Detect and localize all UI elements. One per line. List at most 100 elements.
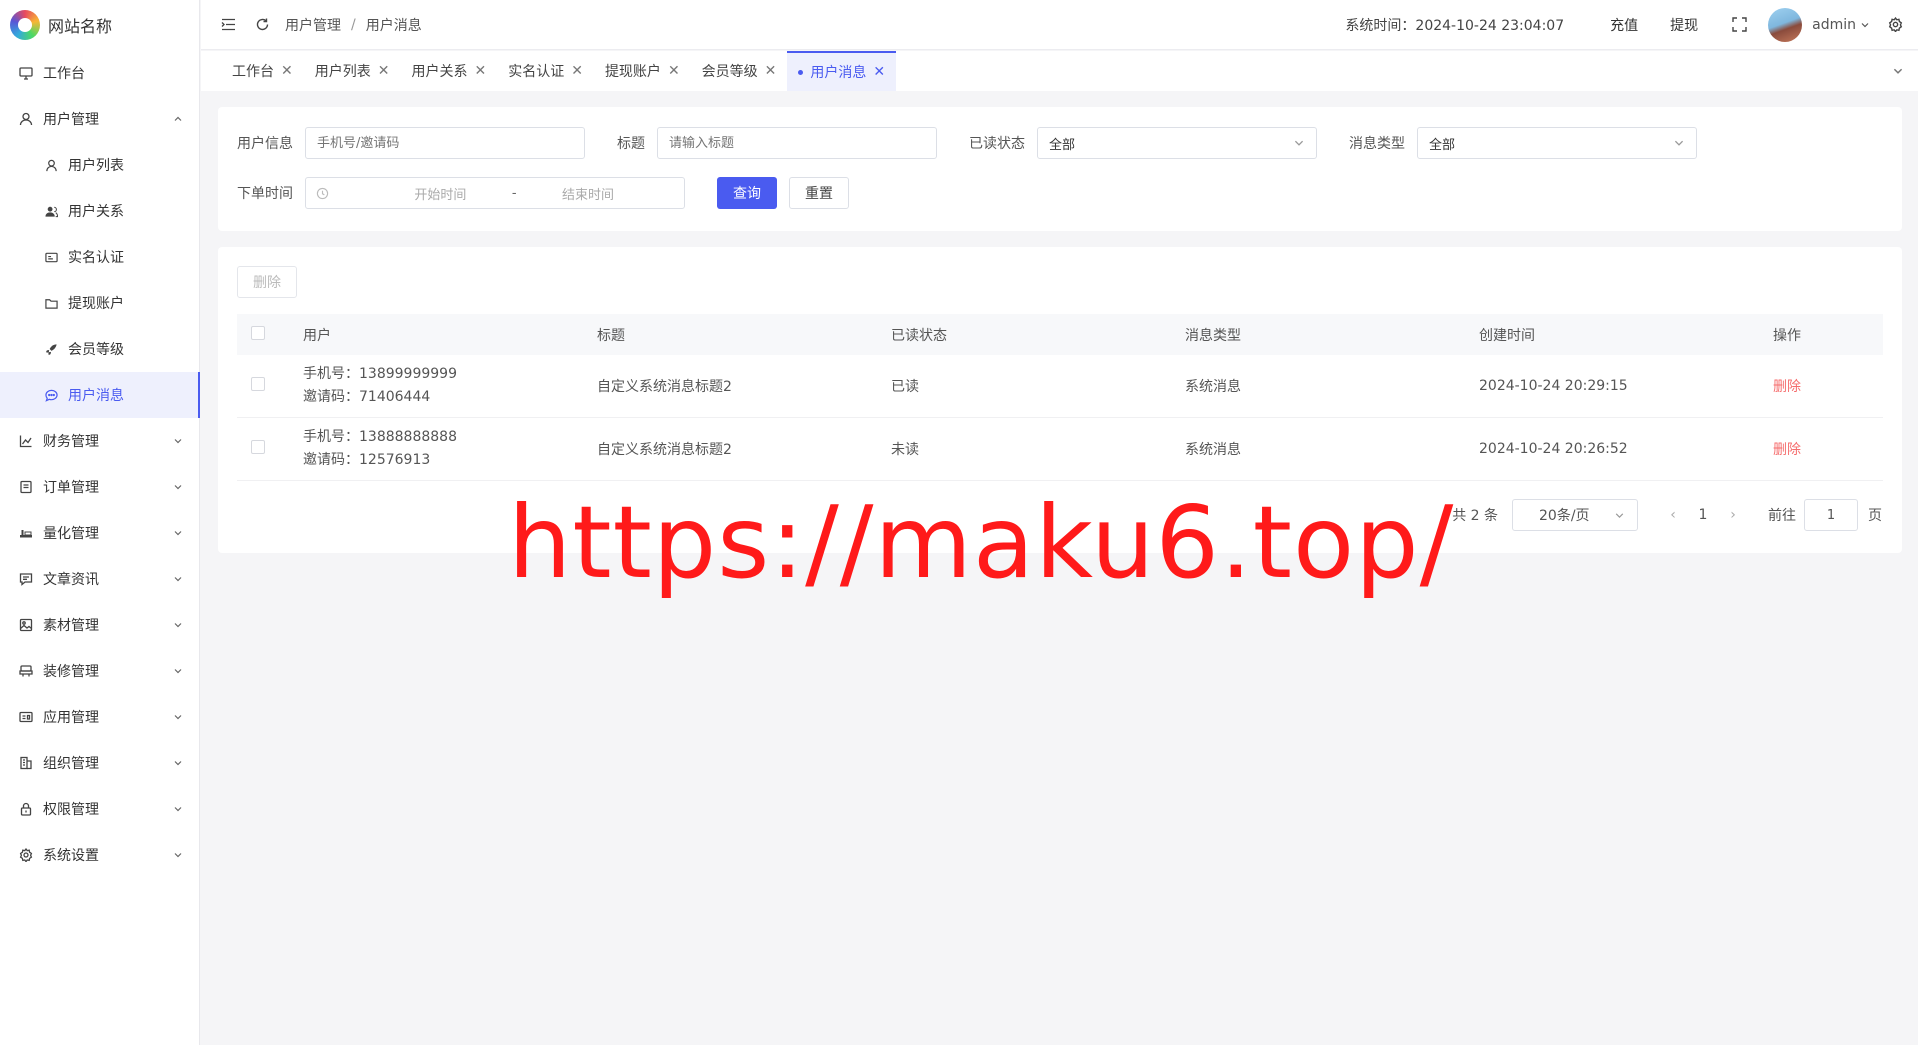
page-suffix: 页 [1868,508,1882,524]
chevron-down-icon [173,528,183,538]
tab-withdraw-account[interactable]: 提现账户 ✕ [594,51,691,91]
row-delete-link[interactable]: 删除 [1773,379,1801,395]
message-type: 系统消息 [1185,379,1241,395]
messages-table: 用户 标题 已读状态 消息类型 创建时间 操作 手机号：13899999999 … [237,314,1883,481]
brand[interactable]: 网站名称 [0,0,199,50]
refresh-icon[interactable] [253,16,271,34]
user-invite-code: 邀请码：71406444 [303,389,431,405]
chevron-down-icon [173,666,183,676]
sidebar-item-user-list[interactable]: 用户列表 [0,142,199,188]
sidebar-item-user-relation[interactable]: 用户关系 [0,188,199,234]
column-header-user: 用户 [303,327,331,344]
batch-delete-button[interactable]: 删除 [237,266,297,298]
row-delete-link[interactable]: 删除 [1773,442,1801,458]
user-menu[interactable]: admin [1812,17,1870,33]
sidebar-item-user-messages[interactable]: 用户消息 [0,372,200,418]
sidebar-item-articles[interactable]: 文章资讯 [0,556,199,602]
sidebar-item-user-management[interactable]: 用户管理 [0,96,199,142]
end-time-placeholder[interactable]: 结束时间 [562,184,614,203]
fullscreen-icon[interactable] [1730,16,1748,34]
logo-icon [10,10,40,40]
title-input[interactable] [657,127,937,159]
user-phone: 手机号：13888888888 [303,429,457,445]
sidebar-item-orders[interactable]: 订单管理 [0,464,199,510]
tab-label: 提现账户 [604,64,661,80]
active-dot-icon [798,69,804,75]
sidebar-item-quant[interactable]: 量化管理 [0,510,199,556]
msg-type-select[interactable]: 全部 [1417,127,1697,159]
close-icon[interactable]: ✕ [873,64,885,80]
close-icon[interactable]: ✕ [378,63,390,79]
tab-label: 会员等级 [701,64,758,80]
sidebar-item-apps[interactable]: 应用管理 [0,694,199,740]
avatar[interactable] [1768,7,1803,42]
sidebar-item-decoration[interactable]: 装修管理 [0,648,199,694]
tab-label: 用户列表 [314,64,371,80]
next-page-icon[interactable]: › [1718,507,1748,523]
sidebar-item-label: 权限管理 [43,802,99,818]
breadcrumb-current: 用户消息 [365,17,422,34]
monitor-icon [18,65,34,81]
order-time-label: 下单时间 [237,186,293,202]
tab-user-relation[interactable]: 用户关系 ✕ [400,51,497,91]
tab-real-name-auth[interactable]: 实名认证 ✕ [497,51,594,91]
sidebar-item-real-name-auth[interactable]: 实名认证 [0,234,199,280]
sidebar-item-label: 量化管理 [43,526,99,542]
close-icon[interactable]: ✕ [571,63,583,79]
close-icon[interactable]: ✕ [474,63,486,79]
select-all-checkbox[interactable] [251,325,265,340]
settings-gear-icon[interactable] [1886,16,1904,34]
sidebar-item-label: 订单管理 [43,480,99,496]
tab-user-list[interactable]: 用户列表 ✕ [304,51,401,91]
tab-user-messages[interactable]: 用户消息 ✕ [787,51,897,91]
page-size-select[interactable]: 20条/页 [1512,499,1638,531]
user-info-input[interactable] [305,127,585,159]
sidebar-item-organization[interactable]: 组织管理 [0,740,199,786]
org-icon [18,755,34,771]
sidebar-item-withdraw-account[interactable]: 提现账户 [0,280,199,326]
sidebar-item-label: 素材管理 [43,618,99,634]
prev-page-icon[interactable]: ‹ [1658,507,1688,523]
sidebar-item-workbench[interactable]: 工作台 [0,50,199,96]
row-checkbox[interactable] [251,377,265,391]
date-range-picker[interactable]: 开始时间 - 结束时间 [305,177,685,209]
tabs-more-chevron-icon[interactable] [1878,51,1918,91]
user-invite-code: 邀请码：12576913 [303,452,431,468]
pagination: 共 2 条 20条/页 ‹ 1 › 前往 页 [1452,499,1882,531]
sidebar-item-label: 系统设置 [43,848,99,864]
recharge-link[interactable]: 充值 [1610,15,1638,35]
tab-workbench[interactable]: 工作台 ✕ [221,51,304,91]
user-outline-icon [43,157,59,173]
reset-button[interactable]: 重置 [789,177,849,209]
sidebar-item-materials[interactable]: 素材管理 [0,602,199,648]
close-icon[interactable]: ✕ [765,63,777,79]
chevron-down-icon [173,758,183,768]
sidebar-item-label: 用户列表 [68,158,124,174]
sidebar-item-label: 用户管理 [43,112,99,128]
read-status-label: 已读状态 [969,136,1025,152]
sidebar-item-label: 文章资讯 [43,572,99,588]
withdraw-link[interactable]: 提现 [1670,15,1698,35]
breadcrumb-item[interactable]: 用户管理 [285,15,341,35]
chevron-down-icon [173,482,183,492]
msg-type-label: 消息类型 [1349,136,1405,152]
close-icon[interactable]: ✕ [281,63,293,79]
chevron-down-icon [173,804,183,814]
search-button[interactable]: 查询 [717,177,777,209]
sidebar-item-member-level[interactable]: 会员等级 [0,326,199,372]
column-header-msg-type: 消息类型 [1185,327,1241,344]
chevron-up-icon [173,114,183,124]
read-status-select[interactable]: 全部 [1037,127,1317,159]
chevron-down-icon [173,620,183,630]
page-jump-input[interactable] [1804,499,1858,531]
sidebar-item-label: 会员等级 [68,342,124,358]
page-number[interactable]: 1 [1688,507,1718,523]
tab-member-level[interactable]: 会员等级 ✕ [691,51,788,91]
start-time-placeholder[interactable]: 开始时间 [414,184,466,203]
sidebar-item-finance[interactable]: 财务管理 [0,418,199,464]
row-checkbox[interactable] [251,440,265,454]
sidebar-item-permissions[interactable]: 权限管理 [0,786,199,832]
close-icon[interactable]: ✕ [668,63,680,79]
sidebar-item-settings[interactable]: 系统设置 [0,832,199,878]
menu-fold-icon[interactable] [219,16,237,34]
